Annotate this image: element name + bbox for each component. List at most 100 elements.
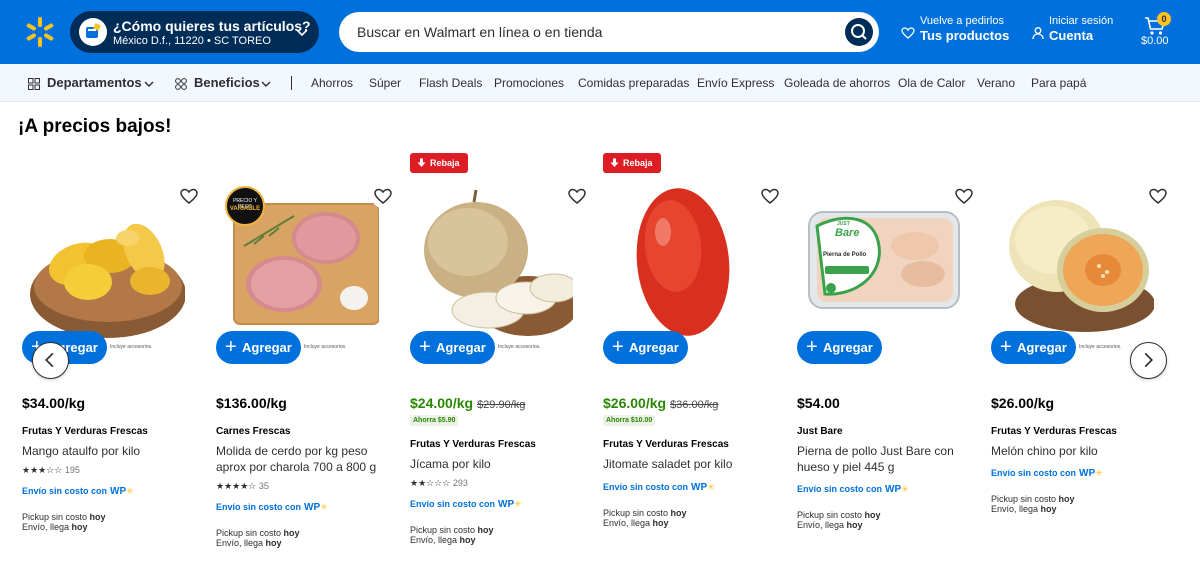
delivery-today: hoy: [652, 518, 669, 528]
product-image-jicama[interactable]: [418, 186, 573, 342]
nav-link-goleada-de-ahorros[interactable]: Goleada de ahorros: [784, 76, 890, 90]
section-title: ¡A precios bajos!: [18, 116, 172, 137]
heart-icon: [901, 27, 915, 39]
product-card[interactable]: Rebaja + Agregar $26.00/kg $36.00/kg Ahorr…: [603, 150, 783, 560]
favorite-button[interactable]: [177, 184, 201, 208]
plus-icon: +: [806, 336, 818, 358]
account-big-label: Cuenta: [1049, 28, 1094, 43]
product-image-cantaloupe[interactable]: [999, 186, 1154, 342]
add-to-cart-button[interactable]: + Agregar: [603, 331, 688, 364]
favorite-button[interactable]: [1146, 184, 1170, 208]
spark-icon: ✳: [707, 482, 715, 492]
delivery-label: Envío, llega: [22, 522, 70, 532]
savings-badge: Ahorra $10.00: [603, 415, 656, 426]
add-label: Agregar: [823, 340, 873, 355]
original-price: $29.90/kg: [477, 399, 526, 411]
delivery-label: Envío, llega: [216, 538, 264, 548]
nav-link-envio-express[interactable]: Envío Express: [697, 76, 774, 90]
current-price: $136.00/kg: [216, 395, 287, 411]
arrow-down-icon: [610, 158, 619, 167]
arrow-down-icon: [417, 158, 426, 167]
reorder-big-label: Tus productos: [920, 28, 1010, 43]
product-name[interactable]: Jitomate saladet por kilo: [603, 456, 773, 472]
benefits-menu[interactable]: Beneficios: [194, 75, 260, 90]
add-label: Agregar: [242, 340, 292, 355]
ship-text: Envío sin costo con: [22, 486, 108, 496]
nav-link-verano[interactable]: Verano: [977, 76, 1015, 90]
location-selector[interactable]: ¿Cómo quieres tus artículos? México D.f.…: [70, 11, 319, 53]
spark-icon: ✳: [126, 486, 134, 496]
product-price: $26.00/kg $36.00/kg: [603, 395, 718, 411]
nav-link-ola-de-calor[interactable]: Ola de Calor: [898, 76, 965, 90]
chevron-right-icon: [1144, 352, 1154, 368]
walmart-pass-icon: WP: [110, 486, 127, 497]
product-name[interactable]: Jícama por kilo: [410, 456, 580, 472]
add-to-cart-button[interactable]: + Agregar: [410, 331, 495, 364]
nav-link-super[interactable]: Súper: [369, 76, 401, 90]
cart-button[interactable]: 0: [1140, 12, 1180, 54]
current-price: $34.00/kg: [22, 395, 86, 411]
nav-link-comidas-preparadas[interactable]: Comidas preparadas: [578, 76, 689, 90]
product-price: $26.00/kg: [991, 395, 1054, 411]
free-shipping-label: Envío sin costo con WP✳: [991, 468, 1103, 479]
walmart-pass-icon: WP: [691, 482, 708, 493]
product-image-mango[interactable]: [30, 186, 185, 342]
chevron-down-icon: [261, 81, 271, 87]
account-link[interactable]: Iniciar sesión Cuenta: [1049, 15, 1113, 43]
product-image-tomato[interactable]: [611, 186, 766, 342]
product-image-chicken-leg[interactable]: JUST Bare Pierna de Pollo: [805, 186, 960, 342]
accessories-note: Incluye accesorios.: [1079, 344, 1122, 350]
product-card[interactable]: JUST Bare Pierna de Pollo + Agregar $54.0…: [797, 150, 977, 560]
original-price: $36.00/kg: [670, 399, 719, 411]
nav-link-ahorros[interactable]: Ahorros: [311, 76, 353, 90]
product-name[interactable]: Molida de cerdo por kg peso aprox por ch…: [216, 443, 386, 475]
nav-link-flash-deals[interactable]: Flash Deals: [419, 76, 482, 90]
search-button[interactable]: [845, 18, 873, 46]
nav-link-para-papa[interactable]: Para papá: [1031, 76, 1086, 90]
heart-icon: [180, 188, 198, 204]
delivery-today: hoy: [459, 535, 476, 545]
favorite-button[interactable]: [952, 184, 976, 208]
product-name[interactable]: Melón chino por kilo: [991, 443, 1161, 459]
add-label: Agregar: [436, 340, 486, 355]
favorite-button[interactable]: [758, 184, 782, 208]
product-image-ground-pork[interactable]: PRECIO Y PESO VARIABLE: [224, 186, 379, 342]
walmart-spark-logo-icon[interactable]: [24, 16, 56, 48]
carousel-next-button[interactable]: [1130, 342, 1167, 379]
product-card[interactable]: PRECIO Y PESO VARIABLE + Agregar Incluye …: [216, 150, 396, 560]
favorite-button[interactable]: [565, 184, 589, 208]
ship-text: Envío sin costo con: [410, 499, 496, 509]
carousel-prev-button[interactable]: [32, 342, 69, 379]
account-small-label: Iniciar sesión: [1049, 15, 1114, 27]
departments-menu[interactable]: Departamentos: [47, 75, 142, 90]
pickup-label: Pickup sin costo: [410, 525, 476, 535]
add-to-cart-button[interactable]: + Agregar: [991, 331, 1076, 364]
product-name[interactable]: Mango ataulfo por kilo: [22, 443, 192, 459]
savings-badge: Ahorra $5.90: [410, 415, 459, 426]
pickup-today: hoy: [864, 510, 881, 520]
nav-link-promociones[interactable]: Promociones: [494, 76, 564, 90]
walmart-pass-icon: WP: [304, 502, 321, 513]
search-bar: [339, 12, 879, 52]
product-card[interactable]: Rebaja + Agregar Incluye accesorios. $24.…: [410, 150, 590, 560]
product-brand: Carnes Frescas: [216, 426, 291, 437]
add-to-cart-button[interactable]: + Agregar: [216, 331, 301, 364]
delivery-label: Envío, llega: [991, 504, 1039, 514]
reorder-link[interactable]: Vuelve a pedirlos Tus productos: [920, 15, 1009, 43]
plus-icon: +: [419, 336, 431, 358]
search-input[interactable]: [357, 12, 837, 52]
favorite-button[interactable]: [371, 184, 395, 208]
spark-icon: ✳: [1095, 468, 1103, 478]
delivery-method-icon: [79, 18, 107, 46]
plus-icon: +: [225, 336, 237, 358]
add-to-cart-button[interactable]: + Agregar: [797, 331, 882, 364]
product-name[interactable]: Pierna de pollo Just Bare con hueso y pi…: [797, 443, 967, 475]
heart-icon: [955, 188, 973, 204]
user-icon: [1032, 27, 1044, 40]
current-price: $54.00: [797, 395, 840, 411]
delivery-info: Envío, llega hoy: [797, 520, 863, 531]
location-detail: México D.f., 11220 • SC TOREO: [113, 35, 271, 47]
product-brand: Frutas Y Verduras Frescas: [22, 426, 148, 437]
delivery-info: Envío, llega hoy: [22, 522, 88, 533]
walmart-pass-icon: WP: [1079, 468, 1096, 479]
